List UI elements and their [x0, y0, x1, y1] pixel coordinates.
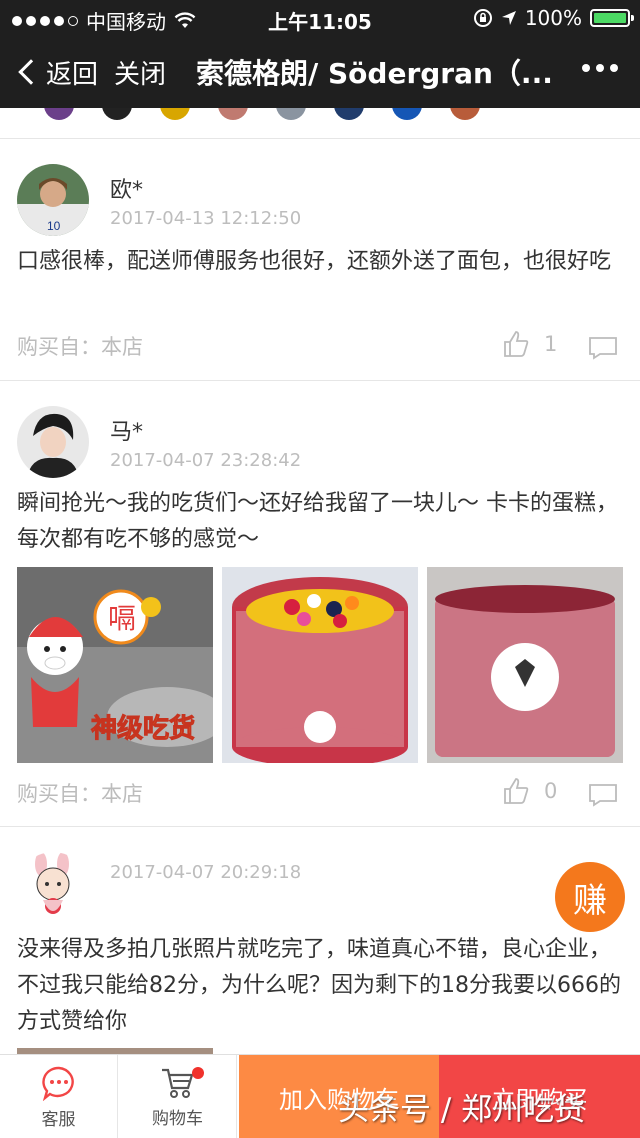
avatar[interactable] [17, 406, 89, 478]
review-time: 2017-04-13 12:12:50 [110, 208, 302, 229]
review-text: 口感很棒，配送师傅服务也很好，还额外送了面包，也很好吃 [17, 249, 612, 274]
purchase-source: 购买自：本店 [17, 331, 143, 361]
comment-button[interactable] [588, 783, 618, 811]
review-text: 瞬间抢光～我的吃货们～还好给我留了一块儿～ 卡卡的蛋糕，每次都有吃不够的感觉～ [17, 491, 618, 552]
more-dot-icon [582, 64, 590, 72]
source-value: 本店 [101, 782, 143, 806]
page-title: 索德格朗/ Södergran（... [196, 57, 553, 90]
reviewer-name: 马* [110, 420, 144, 445]
avatar[interactable] [17, 852, 89, 924]
like-count: 1 [544, 332, 558, 356]
customer-service-button[interactable]: 客服 [0, 1055, 118, 1138]
divider [0, 380, 640, 381]
thumbs-up-icon [504, 331, 529, 357]
cart-button[interactable]: 购物车 [119, 1055, 237, 1138]
like-button[interactable]: 1 [502, 330, 557, 358]
sticker-caption: 神级吃货 [91, 713, 195, 744]
review-photo[interactable] [222, 567, 418, 763]
purchase-source: 购买自：本店 [17, 778, 143, 808]
rotation-lock-icon [473, 9, 492, 27]
back-button[interactable]: 返回 [16, 54, 98, 91]
location-icon [501, 11, 516, 25]
source-label: 购买自： [17, 782, 101, 806]
cart-badge [192, 1067, 204, 1079]
close-button[interactable]: 关闭 [114, 54, 166, 91]
like-count: 0 [544, 779, 558, 803]
comment-icon [589, 337, 617, 360]
cart-label: 购物车 [152, 1108, 203, 1129]
battery-percent: 100% [524, 6, 582, 30]
nav-bar: 返回 关闭 索德格朗/ Södergran（... [0, 40, 640, 104]
review-text: 没来得及多拍几张照片就吃完了，味道真心不错，良心企业，不过我只能给82分，为什么… [17, 937, 621, 1034]
comment-icon [589, 784, 617, 807]
review-photo[interactable]: 嗝 神级吃货 [17, 567, 213, 763]
reviewer-name: 欧* [110, 178, 144, 203]
thumbs-up-icon [504, 778, 529, 804]
customer-service-label: 客服 [41, 1109, 76, 1130]
status-bar: 中国移动 上午11:05 100% [0, 0, 640, 36]
cart-icon [161, 1068, 193, 1098]
divider [0, 138, 640, 139]
svg-text:10: 10 [47, 219, 61, 233]
previous-content-strip [0, 108, 640, 122]
sticker-text: 嗝 [108, 602, 136, 635]
battery-icon [590, 9, 634, 27]
source-value: 本店 [101, 335, 143, 359]
comment-button[interactable] [588, 336, 618, 364]
like-button[interactable]: 0 [502, 777, 557, 805]
review-time: 2017-04-07 20:29:18 [110, 862, 302, 883]
review-photos: 嗝 神级吃货 [17, 567, 623, 763]
more-menu-button[interactable] [582, 64, 618, 72]
review-photo[interactable] [427, 567, 623, 763]
watermark: 头条号 / 郑州吃货 [338, 1092, 586, 1128]
source-label: 购买自： [17, 335, 101, 359]
divider [0, 826, 640, 827]
chat-bubble-icon [41, 1066, 74, 1101]
back-label: 返回 [46, 59, 99, 90]
top-bar: 中国移动 上午11:05 100% 返回 关闭 索德格朗/ Södergran（… [0, 0, 640, 108]
avatar[interactable]: 10 [17, 164, 89, 236]
chevron-left-icon [18, 59, 44, 85]
earn-button[interactable]: 赚 [555, 862, 625, 932]
review-time: 2017-04-07 23:28:42 [110, 450, 302, 471]
